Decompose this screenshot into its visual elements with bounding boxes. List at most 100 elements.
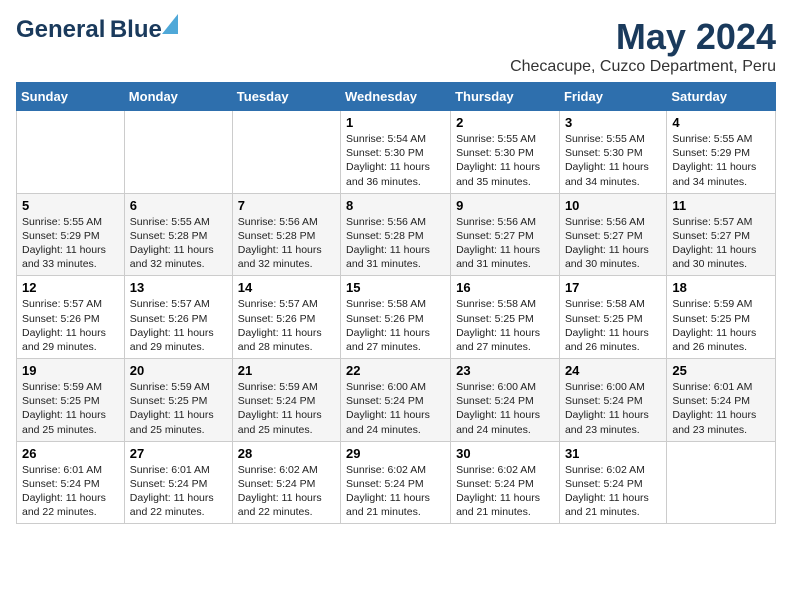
day-info: Sunrise: 5:57 AM Sunset: 5:26 PM Dayligh… <box>130 297 227 354</box>
location-title: Checacupe, Cuzco Department, Peru <box>510 58 776 76</box>
day-number: 12 <box>22 280 119 295</box>
calendar-cell: 17 Sunrise: 5:58 AM Sunset: 5:25 PM Dayli… <box>559 276 666 359</box>
day-number: 18 <box>672 280 770 295</box>
day-info: Sunrise: 6:02 AM Sunset: 5:24 PM Dayligh… <box>565 463 661 520</box>
day-info: Sunrise: 5:59 AM Sunset: 5:25 PM Dayligh… <box>672 297 770 354</box>
calendar-body: 1 Sunrise: 5:54 AM Sunset: 5:30 PM Daylig… <box>17 111 776 524</box>
day-info: Sunrise: 5:57 AM Sunset: 5:27 PM Dayligh… <box>672 215 770 272</box>
day-number: 23 <box>456 363 554 378</box>
calendar-cell: 31Sunrise: 6:02 AM Sunset: 5:24 PM Dayli… <box>559 441 666 524</box>
calendar-table: SundayMondayTuesdayWednesdayThursdayFrid… <box>16 82 776 524</box>
day-info: Sunrise: 5:59 AM Sunset: 5:25 PM Dayligh… <box>22 380 119 437</box>
day-number: 13 <box>130 280 227 295</box>
day-info: Sunrise: 5:54 AM Sunset: 5:30 PM Dayligh… <box>346 132 445 189</box>
day-number: 21 <box>238 363 335 378</box>
calendar-cell: 29 Sunrise: 6:02 AM Sunset: 5:24 PM Dayli… <box>341 441 451 524</box>
day-info: Sunrise: 5:59 AM Sunset: 5:24 PM Dayligh… <box>238 380 335 437</box>
day-number: 5 <box>22 198 119 213</box>
day-number: 19 <box>22 363 119 378</box>
weekday-header-tuesday: Tuesday <box>232 83 340 111</box>
day-number: 26 <box>22 446 119 461</box>
weekday-header-friday: Friday <box>559 83 666 111</box>
day-number: 3 <box>565 115 661 130</box>
calendar-cell: 3 Sunrise: 5:55 AM Sunset: 5:30 PM Daylig… <box>559 111 666 194</box>
calendar-cell: 2Sunrise: 5:55 AM Sunset: 5:30 PM Daylig… <box>451 111 560 194</box>
calendar-week-row: 26 Sunrise: 6:01 AM Sunset: 5:24 PM Dayli… <box>17 441 776 524</box>
calendar-cell: 19 Sunrise: 5:59 AM Sunset: 5:25 PM Dayli… <box>17 359 125 442</box>
weekday-header-thursday: Thursday <box>451 83 560 111</box>
calendar-cell: 30 Sunrise: 6:02 AM Sunset: 5:24 PM Dayli… <box>451 441 560 524</box>
logo-triangle-icon <box>162 14 178 34</box>
day-info: Sunrise: 5:58 AM Sunset: 5:25 PM Dayligh… <box>565 297 661 354</box>
day-info: Sunrise: 5:56 AM Sunset: 5:27 PM Dayligh… <box>565 215 661 272</box>
day-info: Sunrise: 6:00 AM Sunset: 5:24 PM Dayligh… <box>346 380 445 437</box>
day-number: 30 <box>456 446 554 461</box>
calendar-cell: 23 Sunrise: 6:00 AM Sunset: 5:24 PM Dayli… <box>451 359 560 442</box>
calendar-cell: 28Sunrise: 6:02 AM Sunset: 5:24 PM Dayli… <box>232 441 340 524</box>
calendar-cell: 13 Sunrise: 5:57 AM Sunset: 5:26 PM Dayli… <box>124 276 232 359</box>
calendar-cell: 10Sunrise: 5:56 AM Sunset: 5:27 PM Dayli… <box>559 193 666 276</box>
logo-text-general: General <box>16 16 105 43</box>
day-number: 22 <box>346 363 445 378</box>
page-header: General Blue May 2024 Checacupe, Cuzco D… <box>16 16 776 76</box>
day-number: 17 <box>565 280 661 295</box>
day-number: 11 <box>672 198 770 213</box>
calendar-cell <box>667 441 776 524</box>
calendar-cell: 8 Sunrise: 5:56 AM Sunset: 5:28 PM Daylig… <box>341 193 451 276</box>
calendar-cell: 4Sunrise: 5:55 AM Sunset: 5:29 PM Daylig… <box>667 111 776 194</box>
calendar-cell: 14 Sunrise: 5:57 AM Sunset: 5:26 PM Dayli… <box>232 276 340 359</box>
day-number: 8 <box>346 198 445 213</box>
weekday-header-saturday: Saturday <box>667 83 776 111</box>
day-info: Sunrise: 5:57 AM Sunset: 5:26 PM Dayligh… <box>22 297 119 354</box>
calendar-cell: 7 Sunrise: 5:56 AM Sunset: 5:28 PM Daylig… <box>232 193 340 276</box>
day-info: Sunrise: 5:56 AM Sunset: 5:28 PM Dayligh… <box>346 215 445 272</box>
day-info: Sunrise: 5:59 AM Sunset: 5:25 PM Dayligh… <box>130 380 227 437</box>
day-info: Sunrise: 6:02 AM Sunset: 5:24 PM Dayligh… <box>456 463 554 520</box>
calendar-cell: 12 Sunrise: 5:57 AM Sunset: 5:26 PM Dayli… <box>17 276 125 359</box>
title-area: May 2024 Checacupe, Cuzco Department, Pe… <box>510 16 776 76</box>
calendar-cell: 16 Sunrise: 5:58 AM Sunset: 5:25 PM Dayli… <box>451 276 560 359</box>
day-number: 2 <box>456 115 554 130</box>
day-info: Sunrise: 5:55 AM Sunset: 5:28 PM Dayligh… <box>130 215 227 272</box>
weekday-header-sunday: Sunday <box>17 83 125 111</box>
calendar-cell: 15 Sunrise: 5:58 AM Sunset: 5:26 PM Dayli… <box>341 276 451 359</box>
day-info: Sunrise: 5:58 AM Sunset: 5:26 PM Dayligh… <box>346 297 445 354</box>
calendar-week-row: 12 Sunrise: 5:57 AM Sunset: 5:26 PM Dayli… <box>17 276 776 359</box>
calendar-cell <box>232 111 340 194</box>
calendar-cell: 24Sunrise: 6:00 AM Sunset: 5:24 PM Dayli… <box>559 359 666 442</box>
day-number: 14 <box>238 280 335 295</box>
day-info: Sunrise: 5:55 AM Sunset: 5:29 PM Dayligh… <box>22 215 119 272</box>
day-info: Sunrise: 5:56 AM Sunset: 5:28 PM Dayligh… <box>238 215 335 272</box>
day-number: 16 <box>456 280 554 295</box>
day-info: Sunrise: 5:55 AM Sunset: 5:29 PM Dayligh… <box>672 132 770 189</box>
calendar-cell: 18 Sunrise: 5:59 AM Sunset: 5:25 PM Dayli… <box>667 276 776 359</box>
logo: General Blue <box>16 16 162 44</box>
day-info: Sunrise: 5:58 AM Sunset: 5:25 PM Dayligh… <box>456 297 554 354</box>
day-info: Sunrise: 6:01 AM Sunset: 5:24 PM Dayligh… <box>130 463 227 520</box>
day-info: Sunrise: 6:00 AM Sunset: 5:24 PM Dayligh… <box>565 380 661 437</box>
day-info: Sunrise: 6:02 AM Sunset: 5:24 PM Dayligh… <box>346 463 445 520</box>
calendar-cell: 21 Sunrise: 5:59 AM Sunset: 5:24 PM Dayli… <box>232 359 340 442</box>
day-number: 29 <box>346 446 445 461</box>
calendar-cell: 6Sunrise: 5:55 AM Sunset: 5:28 PM Daylig… <box>124 193 232 276</box>
month-title: May 2024 <box>510 16 776 58</box>
calendar-cell: 27 Sunrise: 6:01 AM Sunset: 5:24 PM Dayli… <box>124 441 232 524</box>
calendar-cell <box>17 111 125 194</box>
day-number: 1 <box>346 115 445 130</box>
day-info: Sunrise: 6:00 AM Sunset: 5:24 PM Dayligh… <box>456 380 554 437</box>
weekday-header-row: SundayMondayTuesdayWednesdayThursdayFrid… <box>17 83 776 111</box>
weekday-header-wednesday: Wednesday <box>341 83 451 111</box>
day-number: 9 <box>456 198 554 213</box>
day-info: Sunrise: 5:55 AM Sunset: 5:30 PM Dayligh… <box>565 132 661 189</box>
weekday-header-monday: Monday <box>124 83 232 111</box>
day-info: Sunrise: 6:01 AM Sunset: 5:24 PM Dayligh… <box>672 380 770 437</box>
day-number: 27 <box>130 446 227 461</box>
calendar-cell: 22 Sunrise: 6:00 AM Sunset: 5:24 PM Dayli… <box>341 359 451 442</box>
logo-text-blue: Blue <box>110 16 162 43</box>
day-number: 7 <box>238 198 335 213</box>
calendar-week-row: 5 Sunrise: 5:55 AM Sunset: 5:29 PM Daylig… <box>17 193 776 276</box>
calendar-cell: 20Sunrise: 5:59 AM Sunset: 5:25 PM Dayli… <box>124 359 232 442</box>
day-number: 15 <box>346 280 445 295</box>
day-info: Sunrise: 5:57 AM Sunset: 5:26 PM Dayligh… <box>238 297 335 354</box>
calendar-week-row: 19 Sunrise: 5:59 AM Sunset: 5:25 PM Dayli… <box>17 359 776 442</box>
